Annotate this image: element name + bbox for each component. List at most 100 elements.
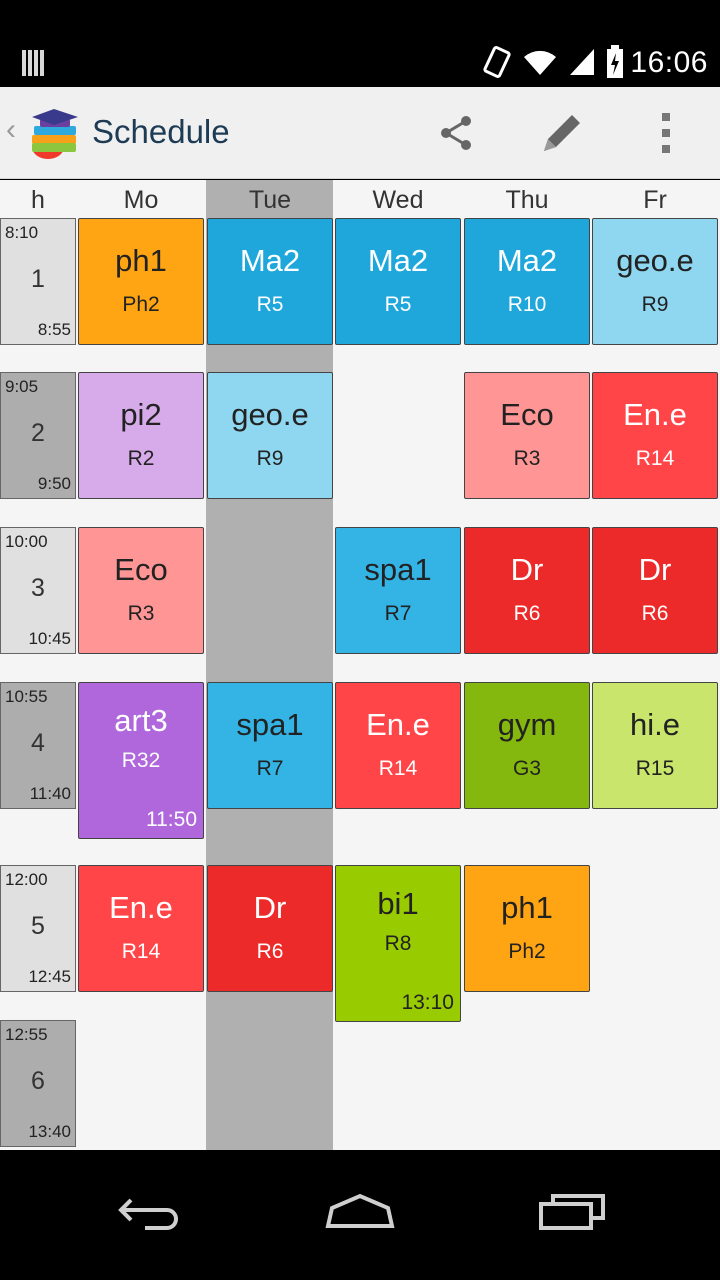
edit-pencil-icon	[544, 115, 580, 151]
back-button[interactable]	[95, 1172, 205, 1252]
lesson-subject: hi.e	[630, 707, 680, 742]
lesson-subject: geo.e	[231, 397, 309, 432]
lesson-end-time: 13:10	[401, 991, 454, 1014]
lesson-room: R7	[256, 757, 284, 780]
lesson-subject: gym	[497, 707, 557, 742]
lesson-room: Ph2	[122, 293, 160, 316]
lesson-card[interactable]: ph1 Ph2	[78, 218, 204, 345]
period-cell[interactable]: 9:05 2 9:50	[0, 372, 76, 499]
lesson-room: R32	[121, 749, 161, 772]
app-logo-icon[interactable]	[26, 105, 82, 161]
lesson-card[interactable]: gym G3	[464, 682, 590, 809]
lesson-room: R14	[121, 940, 161, 963]
lesson-card[interactable]: Ma2 R10	[464, 218, 590, 345]
period-end-time: 12:45	[28, 967, 71, 986]
lesson-card[interactable]: Eco R3	[464, 372, 590, 499]
lesson-subject: spa1	[364, 552, 432, 587]
lesson-subject: Dr	[253, 890, 287, 925]
recent-apps-button[interactable]	[517, 1172, 627, 1252]
edit-button[interactable]	[530, 101, 594, 165]
page-title: Schedule	[92, 113, 230, 150]
lesson-card[interactable]: art3 R32 11:50	[78, 682, 204, 839]
overflow-menu-button[interactable]	[634, 101, 698, 165]
lesson-room: R5	[256, 293, 284, 316]
clock: 16:06	[630, 46, 708, 79]
lesson-room: G3	[512, 757, 541, 780]
lesson-room: R14	[635, 447, 675, 470]
day-header-tue: Tue	[248, 186, 292, 214]
period-cell[interactable]: 10:55 4 11:40	[0, 682, 76, 809]
notification-icon	[22, 50, 46, 76]
period-number: 6	[31, 1067, 45, 1095]
action-bar: ‹ Schedule	[0, 87, 720, 179]
lesson-card[interactable]: spa1 R7	[207, 682, 333, 809]
lesson-card[interactable]: Ma2 R5	[207, 218, 333, 345]
lesson-room: Ph2	[508, 940, 546, 963]
vibrate-icon	[483, 45, 511, 79]
hour-column-header: h	[31, 186, 45, 214]
lesson-subject: Dr	[510, 552, 544, 587]
lesson-card[interactable]: En.e R14	[335, 682, 461, 809]
period-end-time: 11:40	[29, 784, 71, 803]
lesson-subject: Ma2	[496, 243, 558, 278]
signal-icon	[570, 49, 594, 75]
period-start-time: 10:55	[5, 687, 48, 706]
lesson-subject: En.e	[109, 890, 173, 925]
period-cell[interactable]: 8:10 1 8:55	[0, 218, 76, 345]
lesson-card[interactable]: hi.e R15	[592, 682, 718, 809]
lesson-card[interactable]: bi1 R8 13:10	[335, 865, 461, 1022]
lesson-room: R3	[127, 602, 155, 625]
lesson-subject: geo.e	[616, 243, 694, 278]
period-number: 1	[31, 265, 45, 293]
status-icons	[482, 44, 624, 80]
lesson-subject: spa1	[236, 707, 304, 742]
recent-apps-icon	[539, 1194, 605, 1230]
lesson-card[interactable]: ph1 Ph2	[464, 865, 590, 992]
schedule-grid: h Mo Tue Wed Thu Fr 8:10 1 8:55 9:05 2 9:50 10:00 3 1…	[0, 180, 720, 1150]
lesson-card[interactable]: Dr R6	[592, 527, 718, 654]
period-cell[interactable]: 10:00 3 10:45	[0, 527, 76, 654]
lesson-room: R9	[641, 293, 669, 316]
period-end-time: 8:55	[37, 320, 71, 339]
overflow-menu-icon	[662, 113, 670, 153]
back-icon	[118, 1198, 178, 1230]
lesson-card[interactable]: spa1 R7	[335, 527, 461, 654]
period-number: 5	[31, 912, 45, 940]
lesson-card[interactable]: Dr R6	[464, 527, 590, 654]
period-number: 4	[31, 729, 45, 757]
lesson-card[interactable]: En.e R14	[592, 372, 718, 499]
lesson-card[interactable]: geo.e R9	[592, 218, 718, 345]
battery-charging-icon	[607, 45, 623, 78]
lesson-card[interactable]: Ma2 R5	[335, 218, 461, 345]
period-start-time: 9:05	[5, 377, 39, 396]
period-end-time: 10:45	[28, 629, 71, 648]
lesson-subject: Ma2	[239, 243, 301, 278]
lesson-card[interactable]: geo.e R9	[207, 372, 333, 499]
lesson-subject: art3	[114, 703, 168, 738]
lesson-room: R3	[513, 447, 541, 470]
lesson-card[interactable]: pi2 R2	[78, 372, 204, 499]
lesson-subject: En.e	[366, 707, 430, 742]
lesson-subject: En.e	[623, 397, 687, 432]
lesson-room: R9	[256, 447, 284, 470]
period-start-time: 12:55	[5, 1025, 48, 1044]
lesson-card[interactable]: Eco R3	[78, 527, 204, 654]
share-button[interactable]	[424, 101, 488, 165]
lesson-room: R6	[256, 940, 284, 963]
lesson-card[interactable]: En.e R14	[78, 865, 204, 992]
period-cell[interactable]: 12:00 5 12:45	[0, 865, 76, 992]
up-caret-icon[interactable]: ‹	[6, 113, 16, 147]
period-start-time: 12:00	[5, 870, 48, 889]
lesson-subject: Ma2	[367, 243, 429, 278]
lesson-subject: pi2	[120, 397, 162, 432]
lesson-card[interactable]: Dr R6	[207, 865, 333, 992]
period-cell[interactable]: 12:55 6 13:40	[0, 1020, 76, 1147]
home-button[interactable]	[305, 1172, 415, 1252]
day-header-wed: Wed	[372, 186, 424, 214]
period-number: 3	[31, 574, 45, 602]
lesson-subject: ph1	[115, 243, 167, 278]
lesson-subject: Dr	[638, 552, 672, 587]
lesson-room: R10	[507, 293, 547, 316]
period-end-time: 13:40	[28, 1122, 71, 1141]
lesson-room: R2	[127, 447, 155, 470]
